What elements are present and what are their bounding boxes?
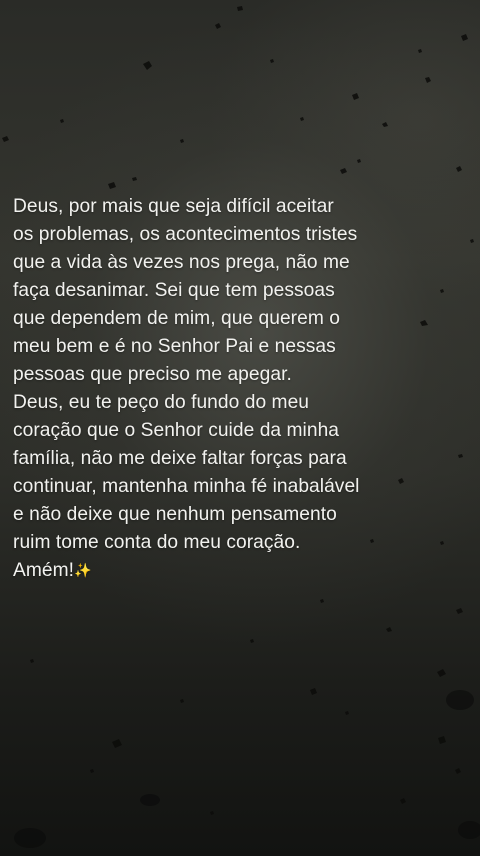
caption-line: ruim tome conta do meu coração. bbox=[13, 532, 301, 553]
caption-line: continuar, mantenha minha fé inabalável bbox=[13, 476, 360, 497]
prayer-caption-text: Deus, por mais que seja difícil aceitar … bbox=[13, 193, 473, 585]
caption-line: faça desanimar. Sei que tem pessoas bbox=[13, 280, 335, 301]
caption-line: Deus, eu te peço do fundo do meu bbox=[13, 392, 310, 413]
caption-line: coração que o Senhor cuide da minha bbox=[13, 420, 340, 441]
caption-line: e não deixe que nenhum pensamento bbox=[13, 504, 337, 525]
caption-line: Deus, por mais que seja difícil aceitar bbox=[13, 196, 334, 217]
caption-line-amen: Amém! bbox=[13, 560, 75, 581]
caption-line: que dependem de mim, que querem o bbox=[13, 308, 340, 329]
caption-line: meu bem e é no Senhor Pai e nessas bbox=[13, 336, 336, 357]
caption-line: pessoas que preciso me apegar. bbox=[13, 364, 292, 385]
sparkles-icon: ✨ bbox=[74, 563, 92, 579]
caption-line: os problemas, os acontecimentos tristes bbox=[13, 224, 358, 245]
story-background: Deus, por mais que seja difícil aceitar … bbox=[0, 0, 480, 856]
caption-line: família, não me deixe faltar forças para bbox=[13, 448, 347, 469]
caption-line: que a vida às vezes nos prega, não me bbox=[13, 252, 350, 273]
